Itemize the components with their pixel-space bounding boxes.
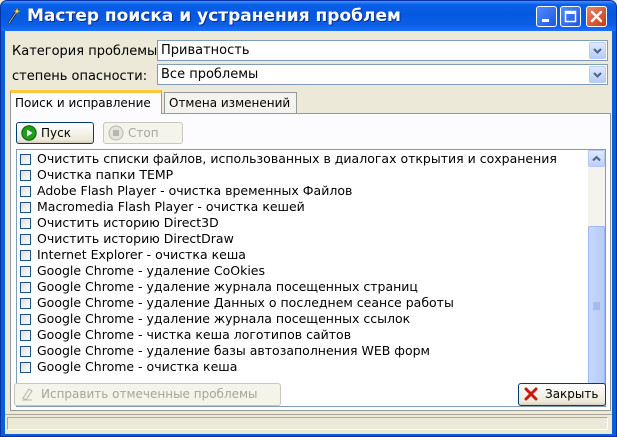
item-label: Очистить историю Direct3D [37,215,219,230]
close-icon [590,10,603,23]
title-bar[interactable]: Мастер поиска и устранения проблем [1,1,616,31]
category-select[interactable]: Приватность [157,40,608,61]
chevron-down-icon[interactable] [589,42,606,59]
chevron-down-icon[interactable] [589,66,606,83]
item-label: Google Chrome - удаление журнала посещен… [37,279,418,294]
list-item[interactable]: Google Chrome - удаление журнала посещен… [17,279,589,295]
status-pane [7,417,608,430]
fix-selected-button[interactable]: Исправить отмеченные проблемы [14,383,281,406]
client-area: Категория проблемы: Приватность степень … [5,31,612,434]
eraser-icon [22,388,33,401]
severity-label: степень опасности: [12,69,148,84]
tab-panel: Пуск Стоп Очистить списки файлов, исполь… [10,113,611,411]
severity-value: Все проблемы [161,67,259,82]
scroll-up-button[interactable] [588,150,605,167]
checkbox[interactable] [20,234,31,245]
checkbox[interactable] [20,154,31,165]
checkbox[interactable] [20,250,31,261]
checkbox[interactable] [20,362,31,373]
tab-strip: Поиск и исправление Отмена изменений [10,90,610,114]
list-item[interactable]: Очистить списки файлов, использованных в… [17,151,589,167]
minimize-button[interactable] [536,6,557,27]
item-label: Очистить списки файлов, использованных в… [37,151,557,166]
item-label: Очистка папки TEMP [37,167,174,182]
problem-list[interactable]: Очистить списки файлов, использованных в… [16,149,606,407]
window-title: Мастер поиска и устранения проблем [27,6,401,26]
list-item[interactable]: Очистка папки TEMP [17,167,589,183]
start-label: Пуск [41,126,71,140]
status-bar [5,414,612,431]
main-window: Мастер поиска и устранения проблем Катег… [0,0,617,437]
item-label: Google Chrome - удаление CoOkies [37,263,266,278]
list-item[interactable]: Google Chrome - удаление журнала посещен… [17,311,589,327]
list-item[interactable]: Internet Explorer - очистка кеша [17,247,589,263]
checkbox[interactable] [20,330,31,341]
checkbox[interactable] [20,186,31,197]
close-button[interactable]: Закрыть [518,383,606,406]
item-label: Google Chrome - очистка кеша [37,359,238,374]
item-label: Google Chrome - чистка кеша логотипов са… [37,327,352,342]
category-label: Категория проблемы: [12,44,162,59]
checkbox[interactable] [20,314,31,325]
list-item[interactable]: Google Chrome - удаление CoOkies [17,263,589,279]
close-label: Закрыть [545,387,599,401]
checkbox[interactable] [20,170,31,181]
maximize-button[interactable] [560,6,581,27]
list-item[interactable]: Google Chrome - очистка кеша [17,359,589,375]
fix-selected-label: Исправить отмеченные проблемы [41,387,258,401]
vertical-scrollbar[interactable] [588,150,605,406]
tab-undo-changes[interactable]: Отмена изменений [164,92,297,113]
close-window-button[interactable] [586,6,607,27]
checkbox[interactable] [20,202,31,213]
checkbox[interactable] [20,346,31,357]
grip-icon [593,302,600,310]
red-x-icon [524,387,538,401]
play-icon [21,125,37,141]
list-item[interactable]: Google Chrome - удаление базы автозаполн… [17,343,589,359]
item-label: Очистить историю DirectDraw [37,231,234,246]
list-item[interactable]: Google Chrome - удаление Данных о послед… [17,295,589,311]
maximize-icon [564,10,577,23]
category-value: Приватность [161,43,250,58]
checkbox[interactable] [20,282,31,293]
item-label: Internet Explorer - очистка кеша [37,247,246,262]
checkbox[interactable] [20,266,31,277]
severity-select[interactable]: Все проблемы [157,64,608,85]
stop-label: Стоп [128,126,159,140]
list-item[interactable]: Macromedia Flash Player - очистка кешей [17,199,589,215]
checkbox[interactable] [20,218,31,229]
stop-button[interactable]: Стоп [103,122,183,144]
item-label: Google Chrome - удаление базы автозаполн… [37,343,430,358]
scroll-thumb[interactable] [588,226,605,388]
item-label: Macromedia Flash Player - очистка кешей [37,199,305,214]
stop-icon [108,125,124,141]
chevron-up-icon [592,155,601,162]
minimize-icon [542,19,549,22]
wand-icon [8,7,22,24]
list-item[interactable]: Очистить историю DirectDraw [17,231,589,247]
checkbox[interactable] [20,298,31,309]
list-item[interactable]: Очистить историю Direct3D [17,215,589,231]
item-label: Google Chrome - удаление журнала посещен… [37,311,411,326]
start-button[interactable]: Пуск [16,122,94,144]
list-item[interactable]: Google Chrome - чистка кеша логотипов са… [17,327,589,343]
item-label: Adobe Flash Player - очистка временных Ф… [37,183,353,198]
list-item[interactable]: Adobe Flash Player - очистка временных Ф… [17,183,589,199]
tab-search-fix[interactable]: Поиск и исправление [10,90,162,114]
item-label: Google Chrome - удаление Данных о послед… [37,295,454,310]
